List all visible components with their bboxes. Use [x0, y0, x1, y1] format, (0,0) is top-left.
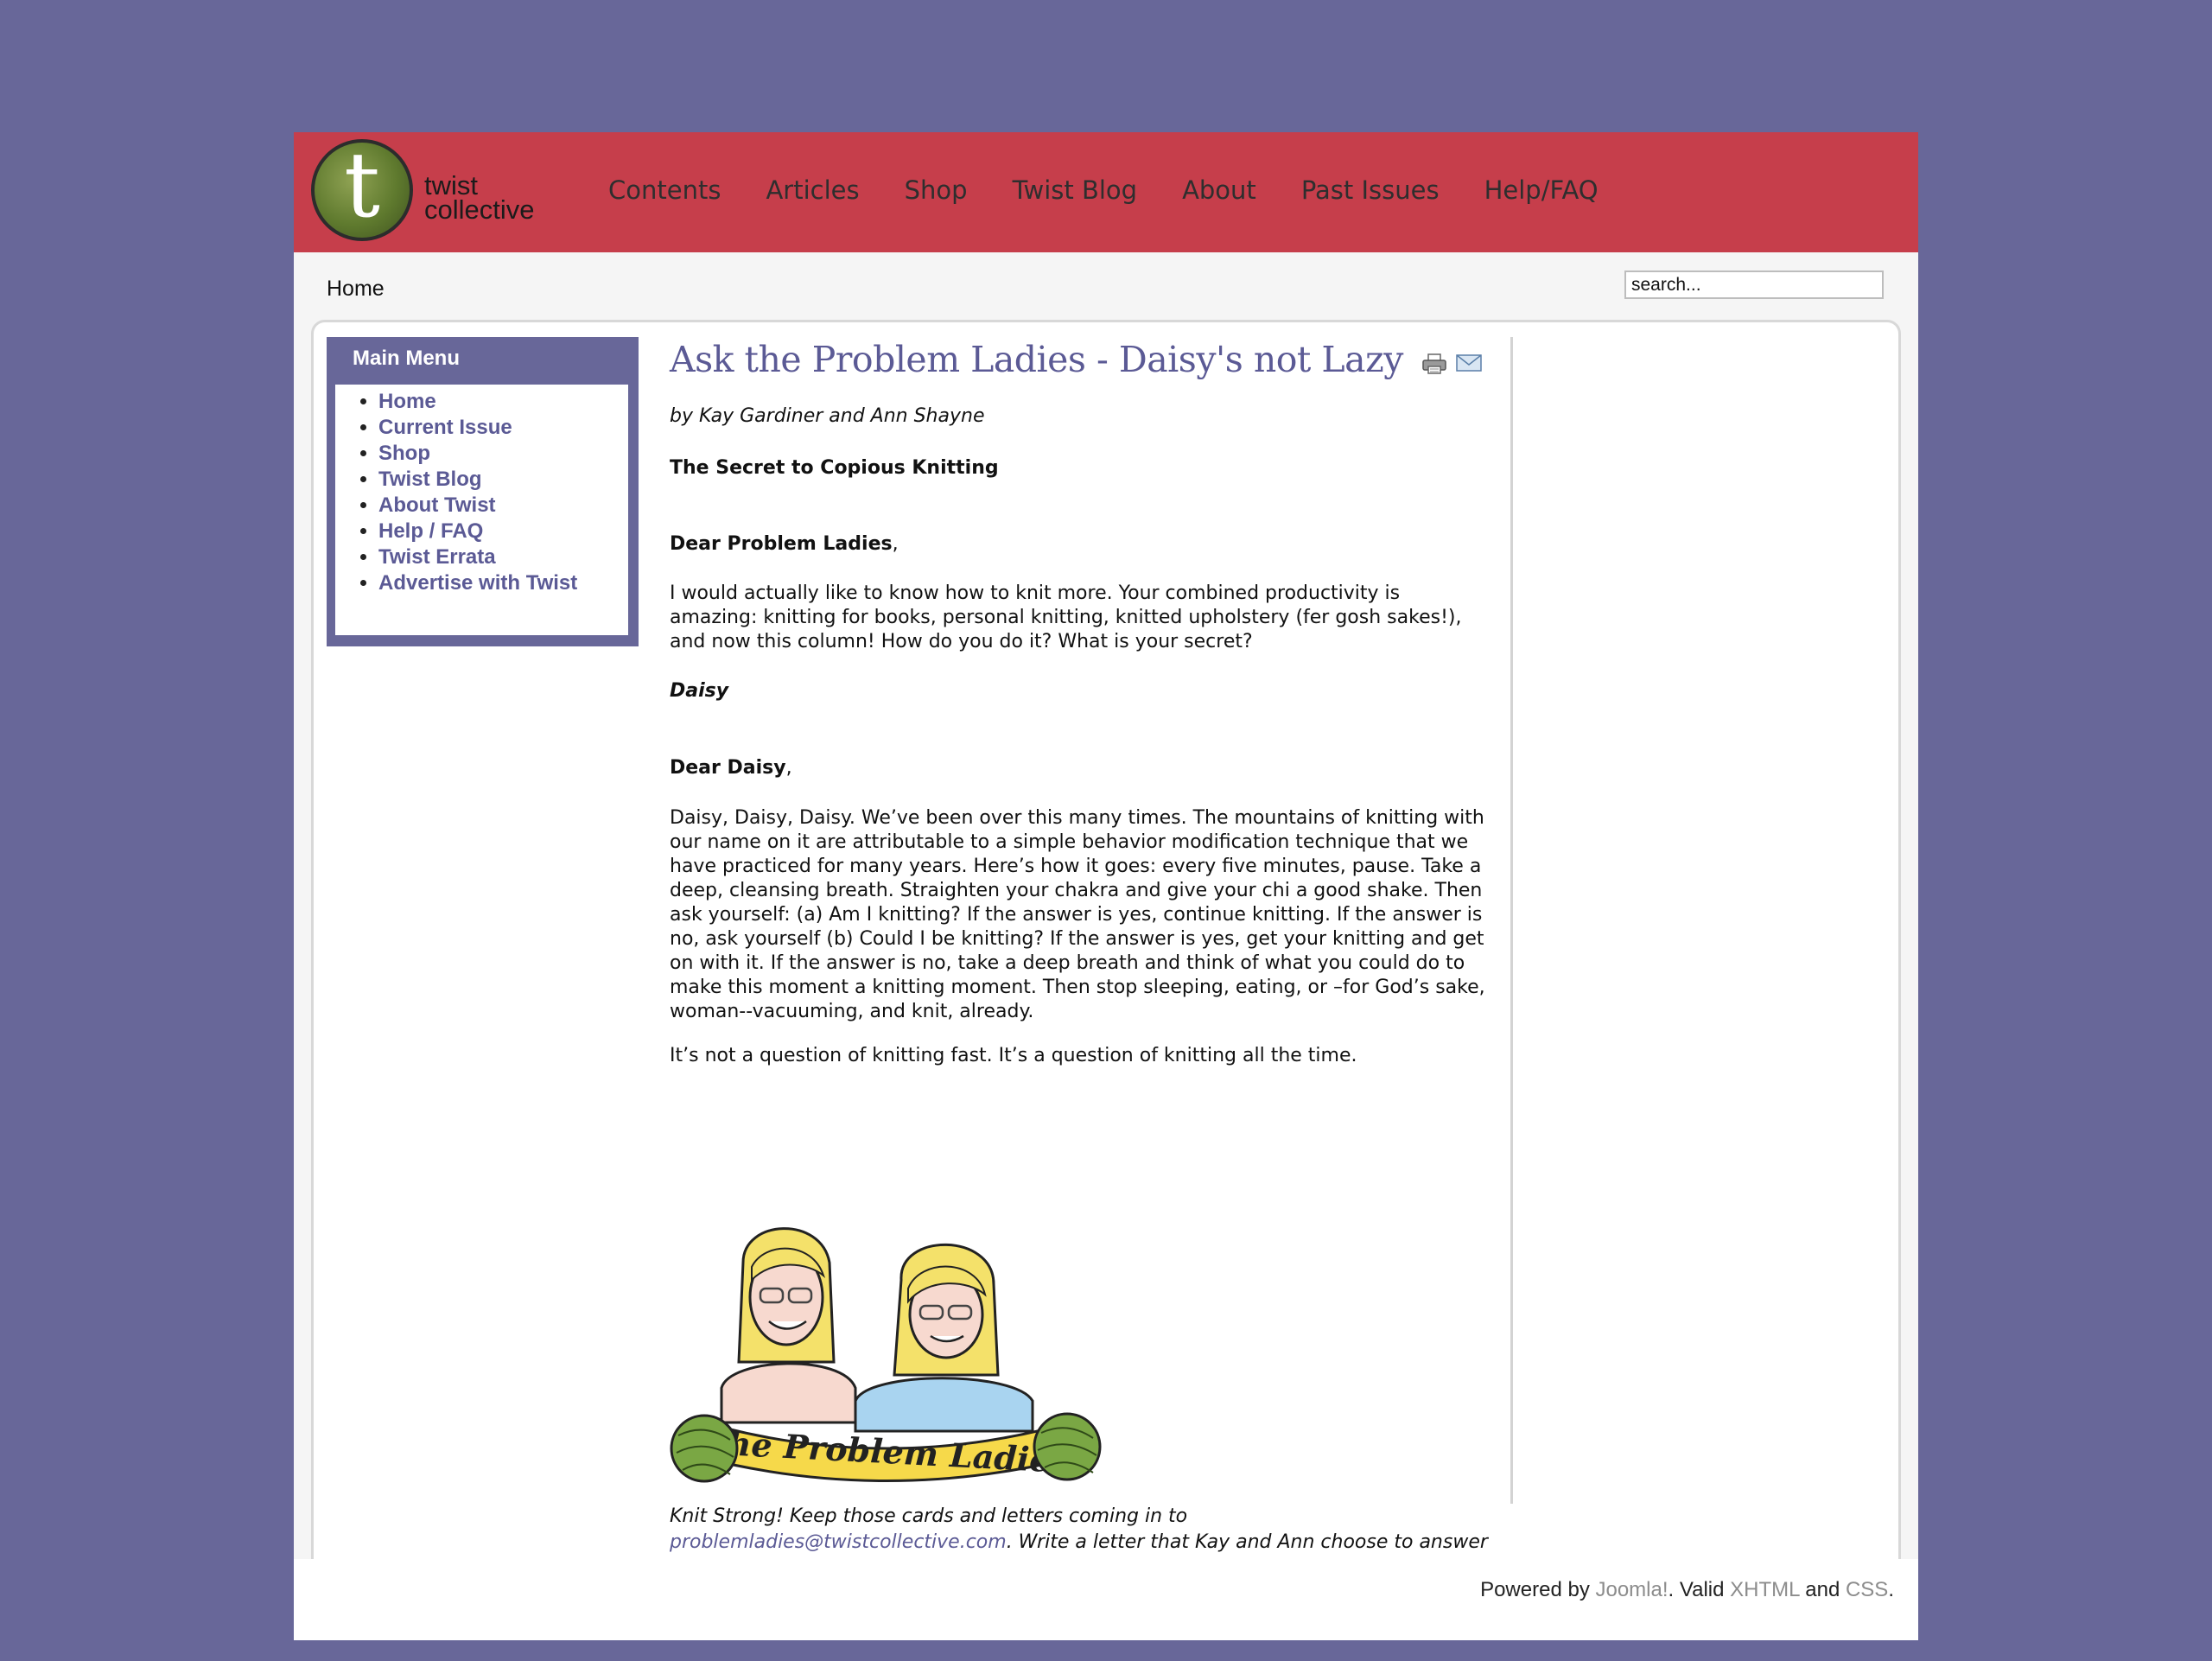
nav-about[interactable]: About [1182, 175, 1256, 205]
menu-link-home[interactable]: Home [378, 390, 436, 413]
breadcrumb-home[interactable]: Home [327, 277, 385, 301]
footer-joomla-link[interactable]: Joomla! [1595, 1578, 1668, 1601]
search-input[interactable] [1624, 270, 1884, 299]
top-navigation: Contents Articles Shop Twist Blog About … [608, 175, 1643, 205]
salutation-problem-ladies: Dear Problem Ladies, [670, 532, 1491, 557]
menu-item-current-issue: Current Issue [378, 415, 628, 441]
footer-end: . [1888, 1578, 1894, 1601]
site-header: t twist collective Contents Articles Sho… [294, 132, 1918, 252]
content-box: Main Menu Home Current Issue Shop Twist … [311, 320, 1901, 1606]
problem-ladies-email-link[interactable]: problemladies@twistcollective.com [670, 1531, 1007, 1553]
menu-link-help-faq[interactable]: Help / FAQ [378, 519, 483, 543]
main-menu-title: Main Menu [353, 347, 460, 370]
menu-item-about-twist: About Twist [378, 493, 628, 519]
menu-link-shop[interactable]: Shop [378, 442, 430, 465]
print-icon[interactable] [1421, 353, 1447, 375]
main-menu-list-box: Home Current Issue Shop Twist Blog About… [335, 385, 628, 635]
email-icon[interactable] [1456, 353, 1482, 372]
footer-valid: . Valid [1668, 1578, 1731, 1601]
breadcrumb: Home [327, 277, 385, 302]
salutation-problem-ladies-text: Dear Problem Ladies [670, 533, 893, 555]
page-container: t twist collective Contents Articles Sho… [294, 132, 1918, 1640]
menu-link-current-issue[interactable]: Current Issue [378, 416, 512, 439]
footer-powered-by: Powered by [1480, 1578, 1596, 1601]
logo-line-2: collective [424, 194, 535, 225]
nav-help-faq[interactable]: Help/FAQ [1484, 175, 1599, 205]
nav-shop[interactable]: Shop [905, 175, 968, 205]
article: Ask the Problem Ladies - Daisy's not Laz… [670, 335, 1491, 1588]
logo-wordmark: twist collective [424, 172, 535, 225]
menu-item-twist-blog: Twist Blog [378, 467, 628, 493]
salutation-daisy: Dear Daisy, [670, 756, 1491, 780]
menu-item-help-faq: Help / FAQ [378, 519, 628, 544]
article-title[interactable]: Ask the Problem Ladies - Daisy's not Laz… [670, 339, 1403, 380]
footer-xhtml-link[interactable]: XHTML [1730, 1578, 1799, 1601]
salutation-daisy-text: Dear Daisy [670, 757, 786, 779]
menu-link-advertise[interactable]: Advertise with Twist [378, 571, 577, 595]
menu-item-advertise: Advertise with Twist [378, 570, 628, 596]
menu-item-shop: Shop [378, 441, 628, 467]
answer-paragraph: Daisy, Daisy, Daisy. We’ve been over thi… [670, 807, 1485, 1022]
site-logo[interactable]: t twist collective [311, 134, 570, 246]
nav-contents[interactable]: Contents [608, 175, 721, 205]
letter-signature: Daisy [670, 680, 729, 702]
problem-ladies-illustration: The Problem Ladies [670, 1227, 1102, 1483]
closing-note-part-1: Knit Strong! Keep those cards and letter… [670, 1505, 1188, 1527]
menu-link-twist-blog[interactable]: Twist Blog [378, 468, 482, 491]
column-divider [1510, 337, 1513, 1504]
nav-articles[interactable]: Articles [766, 175, 859, 205]
main-menu-list: Home Current Issue Shop Twist Blog About… [335, 385, 628, 596]
salutation-daisy-punct: , [785, 757, 792, 779]
article-subtitle: The Secret to Copious Knitting [670, 457, 999, 479]
menu-link-about-twist[interactable]: About Twist [378, 493, 496, 517]
nav-past-issues[interactable]: Past Issues [1301, 175, 1440, 205]
menu-item-home: Home [378, 389, 628, 415]
closing-paragraph: It’s not a question of knitting fast. It… [670, 1045, 1357, 1066]
main-menu: Main Menu Home Current Issue Shop Twist … [327, 337, 639, 646]
nav-twist-blog[interactable]: Twist Blog [1013, 175, 1138, 205]
article-byline: by Kay Gardiner and Ann Shayne [670, 405, 985, 427]
menu-link-twist-errata[interactable]: Twist Errata [378, 545, 496, 569]
menu-item-twist-errata: Twist Errata [378, 544, 628, 570]
footer-credits: Powered by Joomla!. Valid XHTML and CSS. [1480, 1578, 1894, 1602]
letter-paragraph: I would actually like to know how to kni… [670, 582, 1462, 652]
footer-and: and [1799, 1578, 1846, 1601]
salutation-problem-ladies-punct: , [892, 533, 899, 555]
logo-letter: t [344, 132, 380, 238]
site-footer: Powered by Joomla!. Valid XHTML and CSS. [294, 1559, 1918, 1640]
footer-css-link[interactable]: CSS [1846, 1578, 1888, 1601]
